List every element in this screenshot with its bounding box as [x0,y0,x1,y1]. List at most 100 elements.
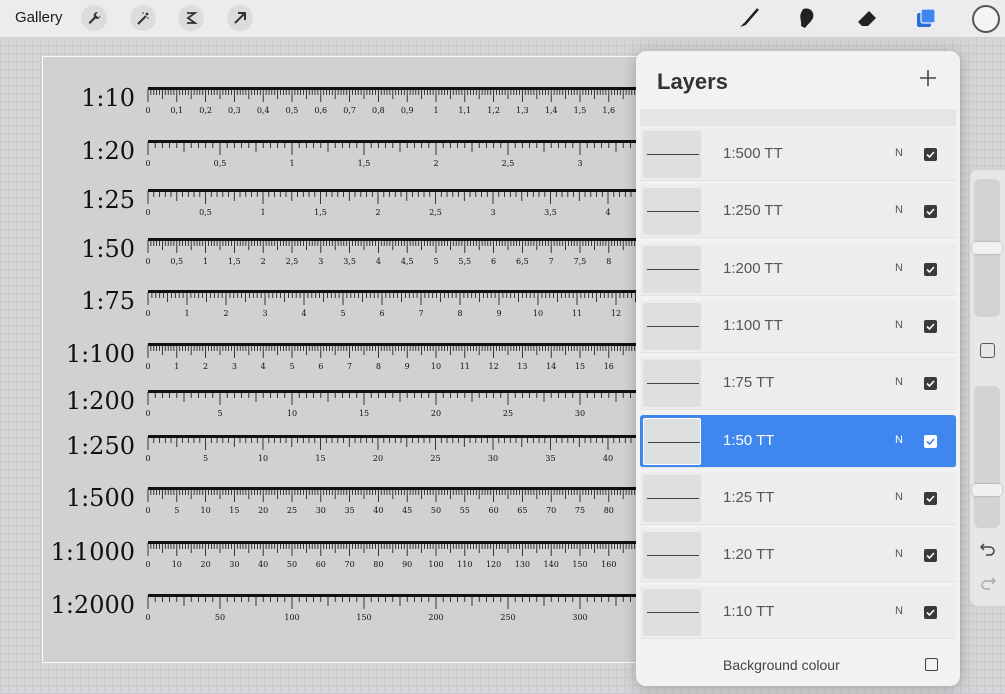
document-canvas[interactable]: 1:10 0 0,1 0,2 0,3 0,4 0,5 0,6 0,7 0,8 0,9 1 1,1 1,2 1… [42,56,662,663]
brush-opacity-thumb[interactable] [972,483,1002,496]
ruler-tick-label: 4 [261,362,266,371]
ruler-tick-label: 11 [572,309,582,318]
layer-thumbnail[interactable] [643,474,701,522]
ruler-tick-label: 0,4 [257,106,270,115]
ruler-tick-label: 40 [373,506,383,515]
blend-mode-button[interactable]: N [895,376,903,388]
scale-rulers: 1:10 0 0,1 0,2 0,3 0,4 0,5 0,6 0,7 0,8 0,9 1 1,1 1,2 1… [51,84,643,622]
scale-label: 1:25 [81,186,135,214]
ruler-tick-label: 150 [572,560,587,569]
scale-row: 1:20 0 0,5 1 1,5 2 2,5 3 [81,137,643,168]
color-picker-button[interactable] [972,5,1000,33]
ruler-tick-label: 15 [575,362,585,371]
layer-row[interactable]: 1:10 TT N [640,586,956,640]
eraser-icon[interactable] [854,5,880,31]
ruler-tick-label: 110 [457,560,472,569]
ruler-tick-label: 1 [184,309,189,318]
blend-mode-button[interactable]: N [895,491,903,503]
ruler-tick-label: 6,5 [516,257,529,266]
ruler-tick-label: 10 [431,362,441,371]
transform-arrow-icon[interactable] [227,5,253,31]
redo-icon[interactable] [979,575,997,591]
layer-row-partial[interactable] [640,109,956,126]
square-modify-icon[interactable] [980,343,995,358]
scale-row: 1:2000 0 50 100 150 200 250 300 [51,591,643,622]
ruler-tick-label: 7 [347,362,352,371]
layer-thumbnail[interactable] [643,417,701,465]
layer-row[interactable]: 1:200 TT N [640,242,956,296]
ruler-tick-label: 0,7 [343,106,356,115]
layer-row[interactable]: 1:75 TT N [640,357,956,411]
ruler-tick-label: 1 [174,362,179,371]
ruler-tick-label: 16 [604,362,614,371]
actions-wrench-icon[interactable] [81,5,107,31]
layer-name: 1:200 TT [723,259,783,277]
ruler-tick-label: 14 [546,362,556,371]
gallery-button[interactable]: Gallery [15,9,63,26]
layer-thumbnail[interactable] [643,302,701,350]
layer-row[interactable]: 1:20 TT N [640,529,956,583]
layer-visibility-checkbox[interactable] [924,606,937,620]
layer-visibility-checkbox[interactable] [924,549,937,563]
layer-thumbnail[interactable] [643,245,701,293]
layer-thumbnail[interactable] [643,532,701,580]
layer-visibility-checkbox[interactable] [924,377,937,391]
layer-thumbnail[interactable] [643,360,701,408]
layer-row[interactable]: 1:25 TT N [640,471,956,525]
ruler-tick-label: 0 [145,454,150,463]
ruler-tick-label: 2 [375,208,380,217]
blend-mode-button[interactable]: N [895,262,903,274]
layer-thumbnail[interactable] [643,131,701,178]
blend-mode-button[interactable]: N [895,204,903,216]
background-visibility-checkbox[interactable] [925,658,938,671]
ruler-tick-label: 0,9 [401,106,414,115]
layer-row[interactable]: 1:500 TT N [640,128,956,181]
ruler-tick-label: 9 [496,309,501,318]
smudge-icon[interactable] [795,5,821,31]
layer-row[interactable]: 1:100 TT N [640,299,956,353]
brush-icon[interactable] [736,5,762,31]
brush-opacity-slider[interactable] [972,386,1002,528]
layer-visibility-checkbox[interactable] [924,319,937,333]
blend-mode-button[interactable]: N [895,548,903,560]
layer-thumbnail[interactable] [643,188,701,236]
brush-size-thumb[interactable] [972,242,1002,254]
blend-mode-button[interactable]: N [895,434,903,446]
ruler-tick-label: 160 [601,560,616,569]
ruler-tick-label: 60 [489,506,499,515]
scale-row: 1:500 0 5 10 15 20 25 30 35 40 45 50 55 60 65 70 75 80 [66,484,643,515]
layer-row[interactable]: 1:50 TT N [640,414,956,468]
layers-panel: Layers 1:500 TT N 1:250 TT N 1:200 TT N 1:100 … [636,51,960,686]
layer-visibility-checkbox[interactable] [924,148,937,161]
thumbnail-ruler-line [647,612,699,614]
selection-icon[interactable] [178,5,204,31]
blend-mode-button[interactable]: N [895,319,903,331]
layer-visibility-checkbox[interactable] [924,434,937,448]
ruler-tick-label: 1,5 [358,159,371,168]
ruler-tick-label: 45 [402,506,412,515]
layer-visibility-checkbox[interactable] [924,491,937,505]
scale-row: 1:200 0 5 10 15 20 25 30 [66,387,643,418]
brush-size-slider[interactable] [972,179,1002,317]
ruler-tick-label: 30 [575,409,585,418]
scale-label: 1:500 [66,484,135,512]
adjustments-wand-icon[interactable] [130,5,156,31]
layers-icon[interactable] [913,5,939,31]
scale-row: 1:50 0 0,5 1 1,5 2 2,5 3 3,5 4 4,5 5 5,5 6 6,5 7 7,5 8 [81,235,643,266]
blend-mode-button[interactable]: N [895,605,903,617]
ruler-tick-label: 0 [145,257,150,266]
ruler-tick-label: 20 [431,409,441,418]
layer-name: 1:50 TT [723,431,775,449]
layer-visibility-checkbox[interactable] [924,205,937,219]
layer-thumbnail[interactable] [643,589,701,637]
ruler-tick-label: 0 [145,613,150,622]
background-colour-row[interactable]: Background colour [640,648,956,682]
plus-icon[interactable] [917,67,939,89]
undo-icon[interactable] [979,541,997,557]
ruler-tick-label: 55 [460,506,470,515]
layer-row[interactable]: 1:250 TT N [640,185,956,239]
ruler-tick-label: 15 [359,409,369,418]
layer-visibility-checkbox[interactable] [924,262,937,276]
blend-mode-button[interactable]: N [895,147,903,159]
ruler-tick-label: 10 [287,409,297,418]
